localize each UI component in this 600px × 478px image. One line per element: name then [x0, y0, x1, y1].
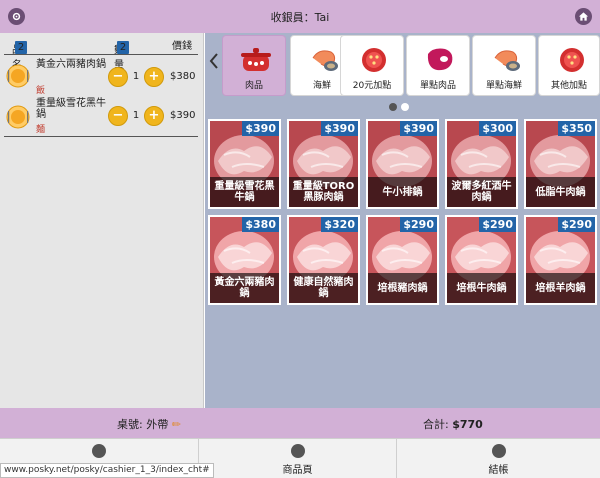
col-price: 價錢: [172, 41, 192, 52]
decrease-qty-button[interactable]: −: [108, 106, 128, 126]
order-divider: [4, 136, 198, 137]
product-name: 培根牛肉鍋: [447, 273, 516, 303]
product-name: 培根羊肉鍋: [526, 273, 595, 303]
category-label: 單點肉品: [419, 81, 456, 91]
product-price: $390: [321, 121, 358, 136]
bag-icon: [492, 444, 506, 458]
increase-qty-button[interactable]: +: [144, 106, 164, 126]
increase-qty-button[interactable]: +: [144, 67, 164, 87]
product-tile[interactable]: $290 培根羊肉鍋: [524, 215, 597, 305]
product-name: 波爾多紅酒牛肉鍋: [447, 177, 516, 207]
product-tile[interactable]: $290 培根牛肉鍋: [445, 215, 518, 305]
top-bar: 收銀員：Tai: [0, 0, 600, 33]
category-bar: 肉品 海鮮 20元加點 單點肉品 單點海鮮 其他加點: [205, 33, 600, 97]
product-name: 低脂牛肉鍋: [526, 177, 595, 207]
product-name: 牛小排鍋: [368, 177, 437, 207]
category-other-addon[interactable]: 其他加點: [538, 35, 600, 96]
tomato-icon: [560, 48, 584, 72]
home-icon: [578, 12, 589, 21]
plate-icon: [6, 64, 30, 88]
category-single-meat[interactable]: 單點肉品: [406, 35, 470, 96]
product-price: $290: [558, 217, 595, 232]
cashier-title: 收銀員：Tai: [270, 11, 330, 24]
product-tile[interactable]: $390 重量級雪花黑牛鍋: [208, 119, 281, 209]
category-meat[interactable]: 肉品: [222, 35, 286, 96]
product-price: $390: [242, 121, 279, 136]
product-price: $350: [558, 121, 595, 136]
product-tile[interactable]: $320 健康自然豬肉鍋: [287, 215, 360, 305]
steak-icon: [427, 48, 453, 71]
name-count-badge: 2: [15, 41, 27, 54]
category-label: 肉品: [244, 81, 263, 91]
product-tile[interactable]: $290 培根豬肉鍋: [366, 215, 439, 305]
status-url: www.posky.net/posky/cashier_1_3/index_ch…: [0, 463, 214, 478]
order-item-note: 麵: [36, 125, 46, 135]
checkout-label: 結帳: [488, 465, 509, 476]
page-dot[interactable]: [401, 103, 409, 111]
order-item-price: $380: [170, 71, 196, 82]
category-label: 其他加點: [550, 81, 587, 91]
product-name: 重量級雪花黑牛鍋: [210, 177, 279, 207]
product-name: 黃金六兩豬肉鍋: [210, 273, 279, 303]
category-single-seafood[interactable]: 單點海鮮: [472, 35, 536, 96]
products-page-button[interactable]: 商品頁: [198, 439, 396, 478]
product-name: 重量級TORO黑豚肉鍋: [289, 177, 358, 207]
checkout-button[interactable]: 結帳: [396, 439, 600, 478]
product-price: $380: [242, 217, 279, 232]
order-item-name: 黃金六兩豬肉鍋: [36, 59, 106, 70]
header-divider: [4, 54, 198, 55]
pencil-icon: ✏: [171, 418, 181, 431]
order-item-name: 重量級雪花黑牛鍋: [36, 98, 106, 120]
product-tile[interactable]: $380 黃金六兩豬肉鍋: [208, 215, 281, 305]
category-label: 單點海鮮: [485, 81, 522, 91]
table-number[interactable]: 桌號: 外帶 ✏: [117, 416, 181, 432]
product-price: $320: [321, 217, 358, 232]
back-icon: [92, 444, 106, 458]
cart-icon: [291, 444, 305, 458]
product-price: $290: [400, 217, 437, 232]
home-button[interactable]: [575, 8, 592, 25]
product-tile[interactable]: $390 牛小排鍋: [366, 119, 439, 209]
product-price: $300: [479, 121, 516, 136]
order-panel: 品名2 數量2 價錢 黃金六兩豬肉鍋 飯 − 1 + $380 重量級雪花黑牛鍋…: [0, 33, 204, 408]
product-panel: 肉品 海鮮 20元加點 單點肉品 單點海鮮 其他加點 $390 重量級雪花黑牛鍋…: [205, 33, 600, 408]
product-tile[interactable]: $350 低脂牛肉鍋: [524, 119, 597, 209]
order-item-price: $390: [170, 110, 196, 121]
product-price: $290: [479, 217, 516, 232]
order-item-qty: 1: [132, 110, 140, 121]
category-addon-20[interactable]: 20元加點: [340, 35, 404, 96]
product-name: 培根豬肉鍋: [368, 273, 437, 303]
plate-icon: [6, 105, 30, 129]
products-page-label: 商品頁: [282, 465, 313, 476]
shrimp-icon: [312, 50, 338, 71]
tomato-icon: [362, 48, 386, 72]
shrimp-icon: [494, 50, 520, 71]
summary-bar: 桌號: 外帶 ✏ 合計: $770: [0, 408, 600, 438]
page-dot-active[interactable]: [389, 103, 397, 111]
product-tile[interactable]: $300 波爾多紅酒牛肉鍋: [445, 119, 518, 209]
product-tile[interactable]: $390 重量級TORO黑豚肉鍋: [287, 119, 360, 209]
chevron-left-icon[interactable]: [207, 51, 221, 71]
order-header: 品名2 數量2 價錢: [0, 33, 204, 71]
order-item-qty: 1: [132, 71, 140, 82]
pot-icon: [241, 48, 271, 71]
decrease-qty-button[interactable]: −: [108, 67, 128, 87]
category-label: 20元加點: [352, 81, 392, 91]
order-item[interactable]: 重量級雪花黑牛鍋 麵 − 1 + $390: [0, 95, 204, 139]
product-price: $390: [400, 121, 437, 136]
page-dots: [389, 101, 413, 114]
order-item[interactable]: 黃金六兩豬肉鍋 飯 − 1 + $380: [0, 56, 204, 100]
order-total: 合計: $770: [423, 418, 483, 431]
product-name: 健康自然豬肉鍋: [289, 273, 358, 303]
qty-count-badge: 2: [117, 41, 129, 54]
